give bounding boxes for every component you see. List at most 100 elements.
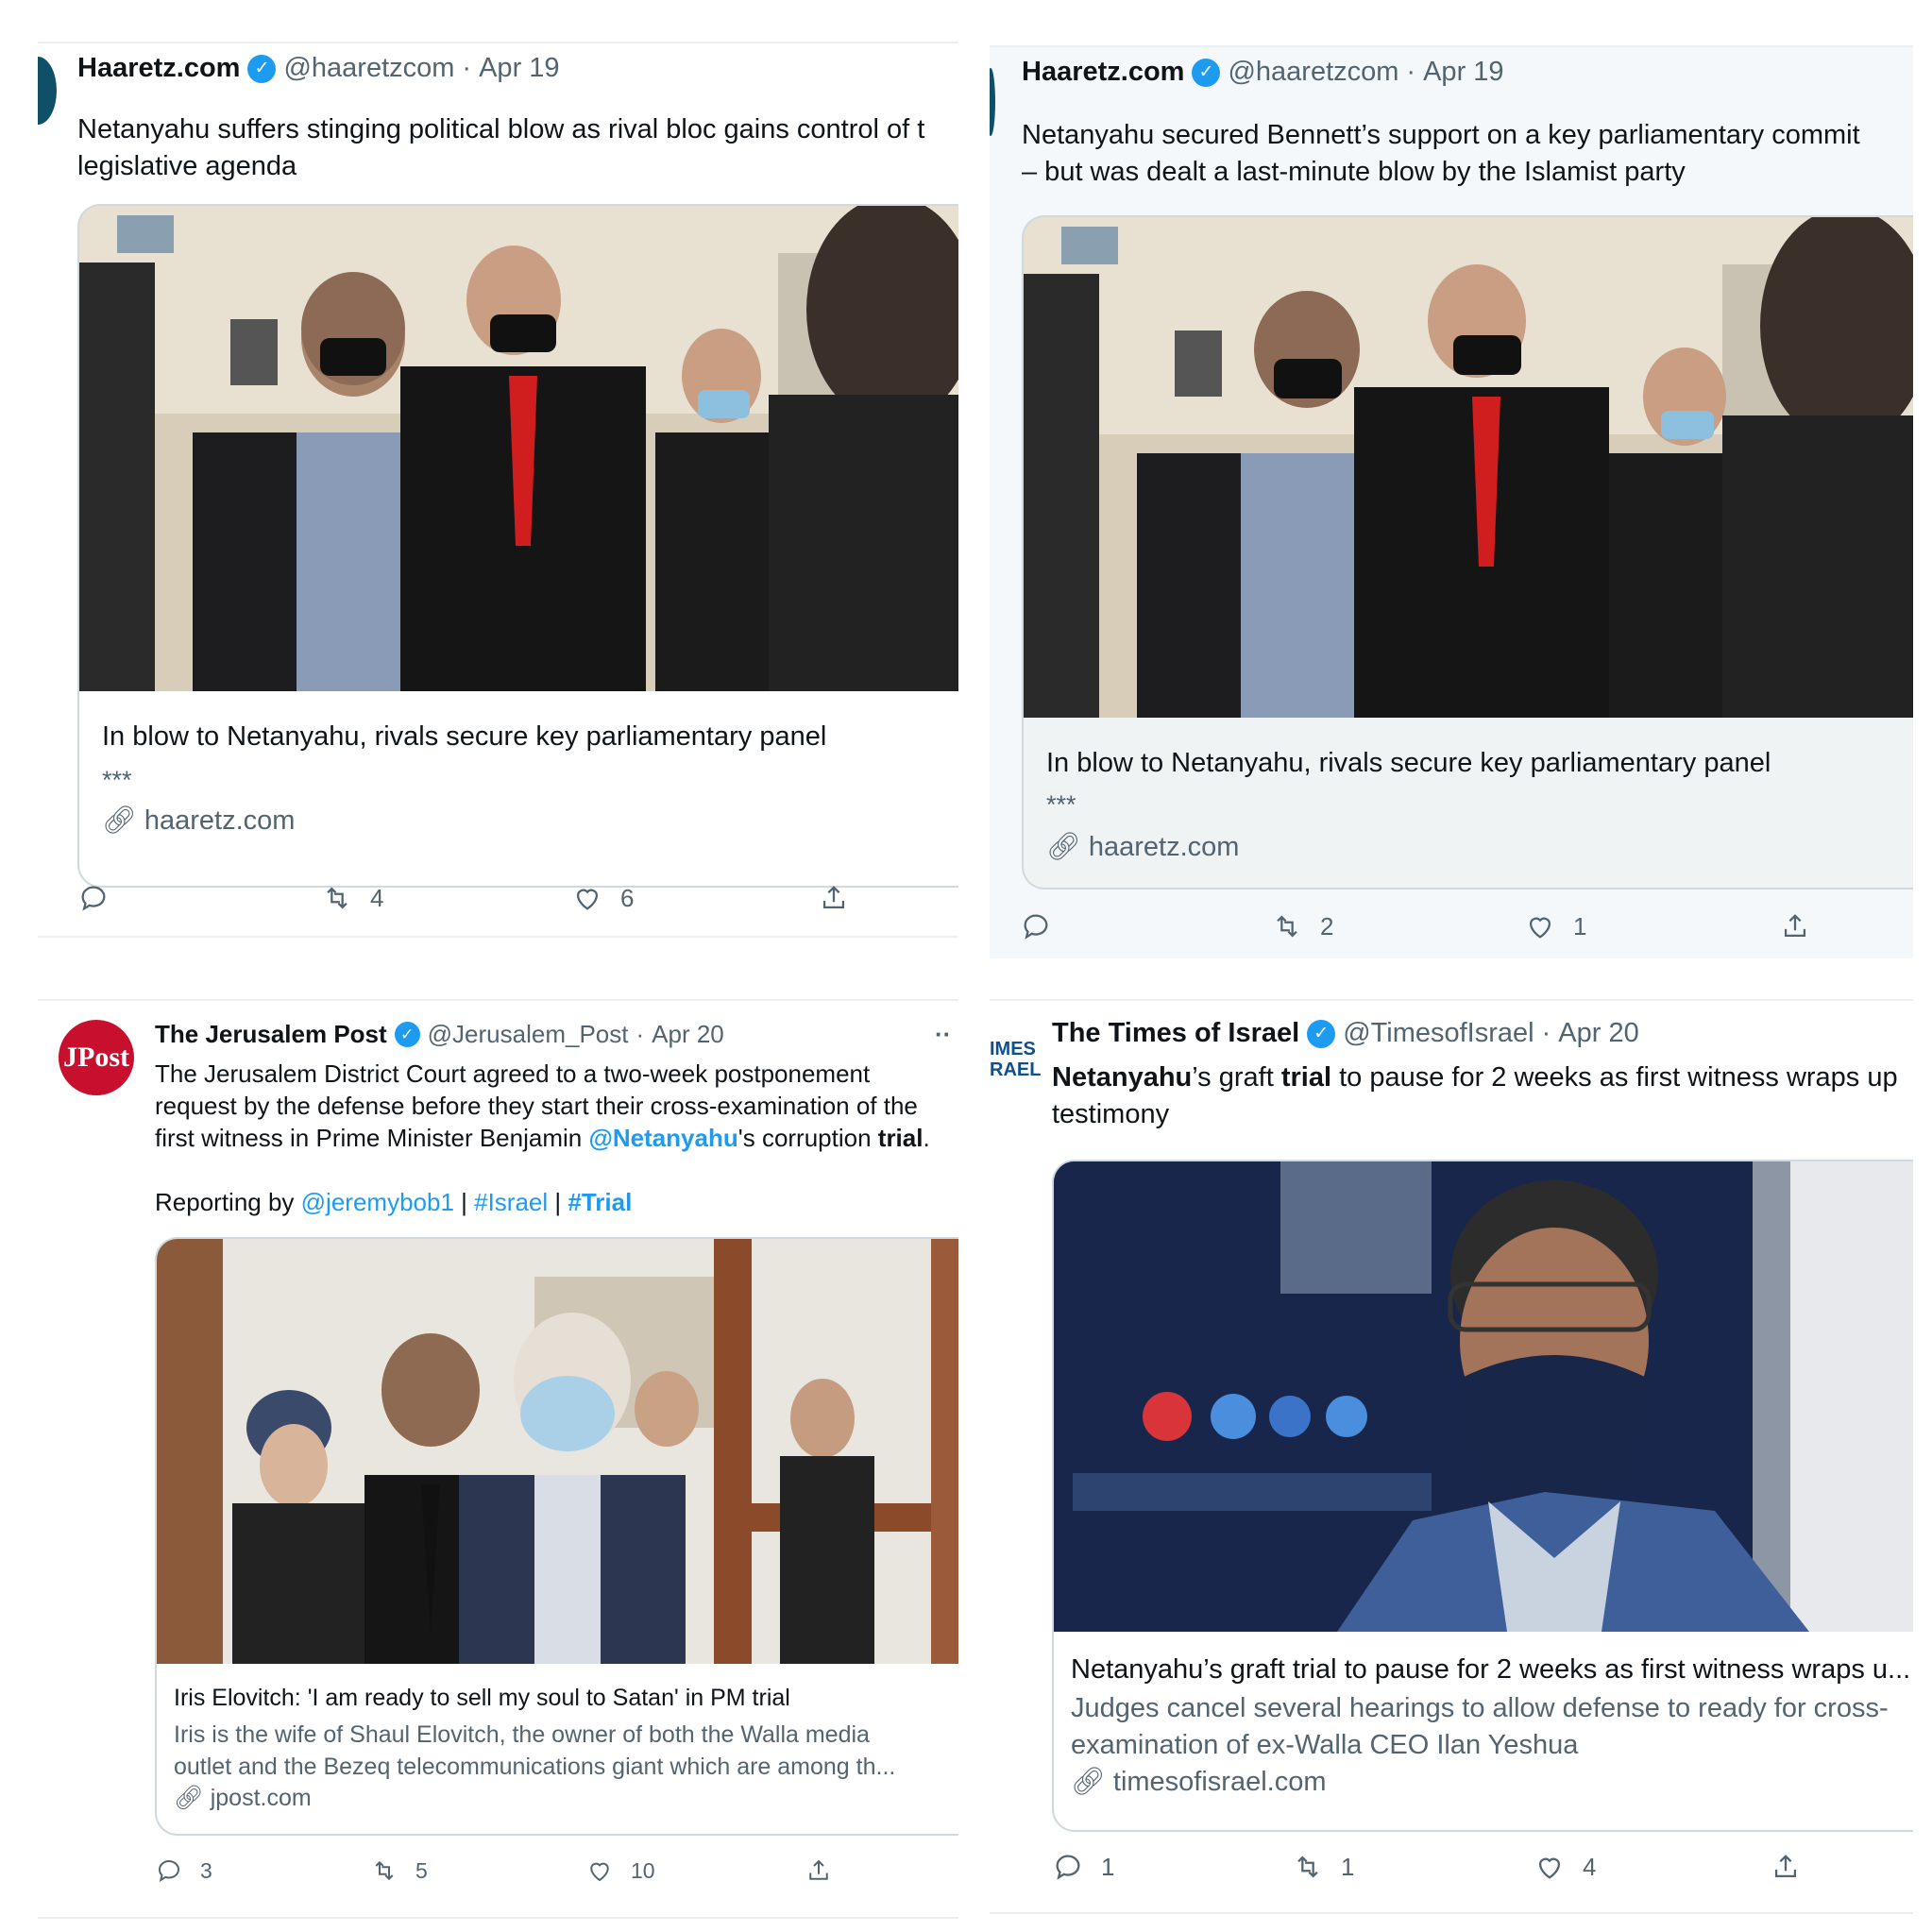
like-button[interactable]: 10 xyxy=(585,1856,655,1885)
tweet-actions: 3 5 10 xyxy=(38,1856,958,1894)
link-icon: 🔗︎ xyxy=(102,805,137,836)
tweet-header: The Jerusalem Post ✓ @Jerusalem_Post · A… xyxy=(155,1020,724,1049)
retweet-count: 1 xyxy=(1341,1852,1355,1881)
retweet-button[interactable]: 1 xyxy=(1292,1851,1354,1883)
card-photo[interactable] xyxy=(79,206,958,691)
reporting-label: Reporting by xyxy=(155,1188,301,1216)
card-description-line: Iris is the wife of Shaul Elovitch, the … xyxy=(174,1721,870,1748)
hashtag-israel[interactable]: #Israel xyxy=(474,1188,548,1216)
retweet-button[interactable]: 2 xyxy=(1271,910,1333,942)
account-name[interactable]: The Times of Israel xyxy=(1052,1018,1299,1049)
tweet-header: Haaretz.com ✓ @haaretzcom · Apr 19 xyxy=(77,53,560,84)
haaretz-avatar[interactable] xyxy=(990,68,995,136)
tweet-date[interactable]: Apr 19 xyxy=(479,53,559,84)
account-handle[interactable]: @haaretzcom xyxy=(283,53,454,84)
tweet-actions: 4 6 xyxy=(38,882,958,920)
card-title[interactable]: Iris Elovitch: 'I am ready to sell my so… xyxy=(174,1685,790,1712)
text-span: 's corruption xyxy=(737,1124,878,1152)
separator-dot: · xyxy=(1541,1018,1551,1048)
text-span: to pause for 2 weeks as first witness wr… xyxy=(1331,1062,1898,1093)
tweet-text-line: testimony xyxy=(1052,1099,1170,1129)
jpost-avatar[interactable]: JPost xyxy=(59,1020,134,1095)
share-button[interactable] xyxy=(805,1856,833,1885)
verified-icon: ✓ xyxy=(1307,1019,1336,1048)
like-button[interactable]: 1 xyxy=(1524,910,1586,942)
link-icon: 🔗︎ xyxy=(174,1785,204,1811)
more-options-button[interactable]: ·· xyxy=(935,1020,951,1049)
mention-jeremybob1[interactable]: @jeremybob1 xyxy=(301,1188,454,1216)
photo-netanyahu-parliament xyxy=(79,206,958,691)
like-icon xyxy=(576,889,599,910)
separator-dot: · xyxy=(636,1020,645,1048)
tweet-jerusalem-post[interactable]: JPost The Jerusalem Post ✓ @Jerusalem_Po… xyxy=(38,999,958,1919)
retweet-button[interactable]: 4 xyxy=(321,882,383,914)
card-title[interactable]: In blow to Netanyahu, rivals secure key … xyxy=(102,721,826,753)
reply-button[interactable]: 3 xyxy=(155,1856,212,1885)
account-name[interactable]: Haaretz.com xyxy=(1022,57,1184,88)
share-icon xyxy=(1774,1855,1797,1878)
card-domain[interactable]: 🔗︎ jpost.com xyxy=(174,1785,312,1812)
card-description-line: outlet and the Bezeq telecommunications … xyxy=(174,1754,896,1780)
like-count: 1 xyxy=(1573,911,1587,941)
reply-icon xyxy=(159,1860,179,1883)
link-card[interactable]: In blow to Netanyahu, rivals secure key … xyxy=(1022,215,1913,890)
tweet-date[interactable]: Apr 19 xyxy=(1423,57,1503,88)
link-card[interactable]: In blow to Netanyahu, rivals secure key … xyxy=(77,204,958,888)
link-card[interactable]: Netanyahu’s graft trial to pause for 2 w… xyxy=(1052,1160,1913,1832)
card-domain[interactable]: 🔗︎ haaretz.com xyxy=(102,805,295,837)
tweet-header: Haaretz.com ✓ @haaretzcom · Apr 19 xyxy=(1022,57,1504,88)
share-icon xyxy=(1784,914,1806,938)
jpost-avatar-text: JPost xyxy=(63,1042,129,1073)
retweet-button[interactable]: 5 xyxy=(370,1856,428,1885)
account-handle[interactable]: @TimesofIsrael xyxy=(1343,1018,1534,1049)
tweet-date[interactable]: Apr 20 xyxy=(652,1020,724,1049)
photo-witness-masked xyxy=(1054,1161,1913,1632)
tweet-header: The Times of Israel ✓ @TimesofIsrael · A… xyxy=(1052,1018,1639,1049)
tweet-haaretz-1[interactable]: Haaretz.com ✓ @haaretzcom · Apr 19 Netan… xyxy=(38,42,958,938)
tweet-actions: 2 1 xyxy=(990,910,1913,948)
link-card[interactable]: Iris Elovitch: 'I am ready to sell my so… xyxy=(155,1237,958,1836)
tweet-text: Netanyahu suffers stinging political blo… xyxy=(77,111,958,185)
card-photo[interactable] xyxy=(1054,1161,1913,1632)
text-span-bold: trial xyxy=(877,1124,924,1152)
card-title[interactable]: Netanyahu’s graft trial to pause for 2 w… xyxy=(1071,1654,1910,1686)
account-name[interactable]: Haaretz.com xyxy=(77,53,240,84)
account-name[interactable]: The Jerusalem Post xyxy=(155,1020,387,1049)
share-button[interactable] xyxy=(1770,1851,1802,1883)
share-button[interactable] xyxy=(1779,910,1811,942)
text-span-bold: trial xyxy=(1280,1062,1332,1093)
reply-button[interactable] xyxy=(77,882,127,914)
hashtag-trial[interactable]: #Trial xyxy=(568,1188,632,1216)
reply-count: 3 xyxy=(200,1857,212,1883)
share-icon xyxy=(809,1859,828,1880)
card-domain[interactable]: 🔗︎ haaretz.com xyxy=(1046,831,1239,863)
reporting-line: Reporting by @jeremybob1 | #Israel | #Tr… xyxy=(155,1186,948,1218)
card-photo[interactable] xyxy=(1024,217,1913,718)
timesofisrael-avatar[interactable]: IMES RAEL xyxy=(990,1039,1041,1080)
haaretz-avatar[interactable] xyxy=(38,57,57,125)
tweet-times-of-israel[interactable]: IMES RAEL The Times of Israel ✓ @Timesof… xyxy=(990,999,1913,1914)
reply-count: 1 xyxy=(1101,1852,1115,1881)
reply-button[interactable]: 1 xyxy=(1052,1851,1114,1883)
account-handle[interactable]: @Jerusalem_Post xyxy=(428,1020,629,1049)
text-span: . xyxy=(923,1124,930,1152)
link-icon: 🔗︎ xyxy=(1046,832,1081,862)
share-icon xyxy=(822,886,845,909)
mention-netanyahu[interactable]: @Netanyahu xyxy=(588,1124,737,1152)
tweet-date[interactable]: Apr 20 xyxy=(1558,1018,1638,1049)
share-button[interactable] xyxy=(818,882,850,914)
tweet-text-line: The Jerusalem District Court agreed to a… xyxy=(155,1059,871,1088)
like-icon xyxy=(1529,917,1551,939)
like-count: 6 xyxy=(620,883,635,912)
card-photo[interactable] xyxy=(157,1239,958,1664)
account-handle[interactable]: @haaretzcom xyxy=(1228,57,1398,88)
card-domain[interactable]: 🔗︎ timesofisrael.com xyxy=(1071,1766,1327,1798)
like-button[interactable]: 4 xyxy=(1534,1851,1596,1883)
reply-icon xyxy=(1056,1855,1080,1880)
reply-button[interactable] xyxy=(1020,910,1069,942)
card-title[interactable]: In blow to Netanyahu, rivals secure key … xyxy=(1046,748,1771,779)
tweet-text-line: first witness in Prime Minister Benjamin… xyxy=(155,1122,948,1154)
like-button[interactable]: 6 xyxy=(571,882,634,914)
tweet-haaretz-2[interactable]: Haaretz.com ✓ @haaretzcom · Apr 19 Netan… xyxy=(990,45,1913,958)
reply-icon xyxy=(81,886,106,911)
